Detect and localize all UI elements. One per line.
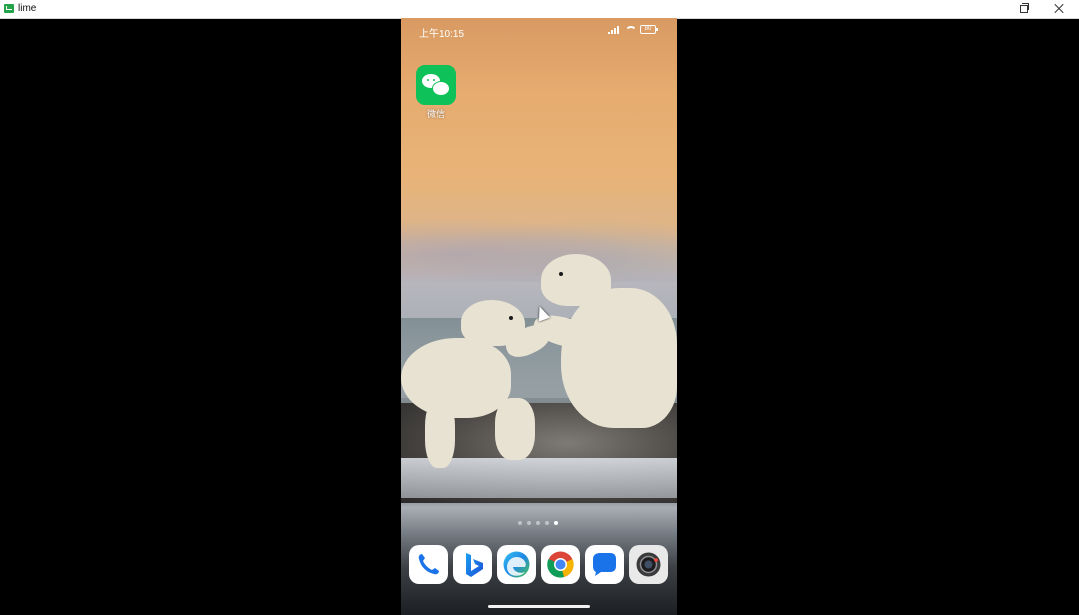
page-dot xyxy=(527,521,531,525)
battery-icon: 80 xyxy=(640,25,658,34)
home-indicator[interactable] xyxy=(488,605,590,608)
polar-bear-right xyxy=(561,288,677,428)
window-titlebar: lime xyxy=(0,0,1079,19)
page-dot xyxy=(518,521,522,525)
phone-screen[interactable]: 上午10:15 80 微信 xyxy=(401,18,677,615)
page-dot-active xyxy=(554,521,558,525)
messages-icon[interactable] xyxy=(585,545,624,584)
polar-bear-left xyxy=(401,338,511,418)
restore-button[interactable] xyxy=(1005,0,1041,18)
wifi-icon xyxy=(625,26,637,34)
polar-bear-left-leg xyxy=(495,398,535,460)
window-title: lime xyxy=(18,3,37,14)
app-icon xyxy=(4,4,14,13)
page-indicator xyxy=(518,520,564,526)
dock xyxy=(409,545,671,585)
wallpaper-mountains xyxy=(401,212,677,282)
chrome-icon[interactable] xyxy=(541,545,580,584)
status-bar: 上午10:15 80 xyxy=(401,18,677,44)
phone-icon[interactable] xyxy=(409,545,448,584)
wechat-icon[interactable] xyxy=(416,65,456,105)
signal-icon xyxy=(608,26,622,34)
page-dot xyxy=(536,521,540,525)
status-time: 上午10:15 xyxy=(419,29,465,40)
close-button[interactable] xyxy=(1041,0,1077,18)
bing-icon[interactable] xyxy=(453,545,492,584)
polar-bear-right-head xyxy=(541,254,611,306)
camera-icon[interactable] xyxy=(629,545,668,584)
edge-icon[interactable] xyxy=(497,545,536,584)
wechat-label[interactable]: 微信 xyxy=(416,107,456,120)
page-dot xyxy=(545,521,549,525)
